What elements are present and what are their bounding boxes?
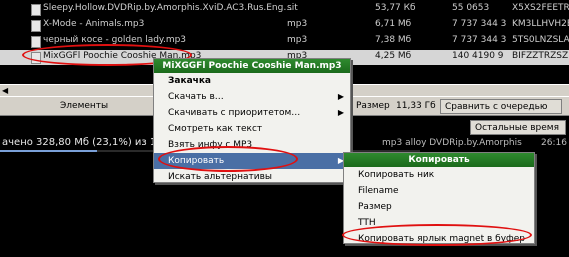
menu-item-download-to[interactable]: Скачать в… ▶: [154, 89, 350, 105]
menu-item-label: Скачивать с приоритетом…: [168, 108, 301, 118]
file-size: 53,77 Кб: [375, 3, 416, 13]
submenu-item-filename[interactable]: Filename: [344, 183, 534, 199]
file-icon: [31, 20, 41, 32]
file-row[interactable]: Sleepy.Hollow.DVDRip.by.Amorphis.XviD.AC…: [0, 2, 569, 17]
chevron-right-icon: ▶: [337, 92, 344, 101]
submenu-item-copy-nick[interactable]: Копировать ник: [344, 167, 534, 183]
file-hash: 5TS0LNZSLA…: [512, 35, 569, 45]
menu-item-label: Filename: [358, 186, 399, 196]
elements-label: Элементы: [60, 101, 109, 111]
file-type: sit: [287, 3, 298, 13]
menu-item-label: Закачка: [168, 76, 212, 86]
menu-item-search-alternatives[interactable]: Искать альтернативы: [154, 169, 350, 185]
submenu-item-size[interactable]: Размер: [344, 199, 534, 215]
compare-queue-button[interactable]: Сравнить с очередью: [440, 99, 562, 114]
file-name: X-Mode - Animals.mp3: [43, 19, 145, 29]
file-count: 7 737 344 3: [452, 19, 507, 29]
progress-fill: [0, 150, 98, 152]
file-hash: BIFZZTRZSZ…: [512, 51, 569, 61]
context-menu-header: MiXGGFl Poochie Cooshie Man.mp3: [154, 59, 350, 73]
file-type: mp3: [287, 19, 308, 29]
annotation-oval-copy: [158, 146, 298, 172]
menu-item-priority[interactable]: Скачивать с приоритетом… ▶: [154, 105, 350, 121]
submenu-header: Копировать: [344, 153, 534, 167]
file-count: 140 4190 9: [452, 51, 504, 61]
file-size: 6,71 Мб: [375, 19, 412, 29]
file-icon: [31, 4, 41, 16]
file-name: Sleepy.Hollow.DVDRip.by.Amorphis.XviD.AC…: [43, 3, 293, 13]
remaining-time-button[interactable]: Остальные время: [470, 120, 566, 135]
menu-item-label: Размер: [358, 202, 392, 212]
file-hash: KM3LLHVH2EI…: [512, 19, 569, 29]
file-size: 4,25 Мб: [375, 51, 412, 61]
chevron-right-icon: ▶: [337, 108, 344, 117]
size-value: 11,33 Гб: [396, 101, 436, 111]
size-label: Размер: [356, 101, 390, 111]
menu-item-view-as-text[interactable]: Смотреть как текст: [154, 121, 350, 137]
file-type: mp3: [287, 35, 308, 45]
annotation-oval-magnet: [342, 224, 532, 246]
file-hash: X5XS2FEETR…: [512, 3, 569, 13]
transfer-time: 26:16: [541, 138, 567, 148]
file-icon: [31, 36, 41, 48]
file-count: 55 0653: [452, 3, 490, 13]
file-count: 7 737 344 3: [452, 35, 507, 45]
menu-item-label: Смотреть как текст: [168, 124, 263, 134]
menu-item-label: Скачать в…: [168, 92, 224, 102]
file-size: 7,38 Мб: [375, 35, 412, 45]
arrow-left-icon[interactable]: ◀: [2, 86, 8, 95]
transfer-filename: mp3 alloy DVDRip.by.Amorphis: [382, 138, 522, 148]
menu-item-label: Искать альтернативы: [168, 172, 273, 182]
menu-item-label: Копировать ник: [358, 170, 435, 180]
file-row[interactable]: X-Mode - Animals.mp3 mp3 6,71 Мб 7 737 3…: [0, 18, 569, 33]
menu-item-download[interactable]: Закачка: [154, 73, 350, 89]
